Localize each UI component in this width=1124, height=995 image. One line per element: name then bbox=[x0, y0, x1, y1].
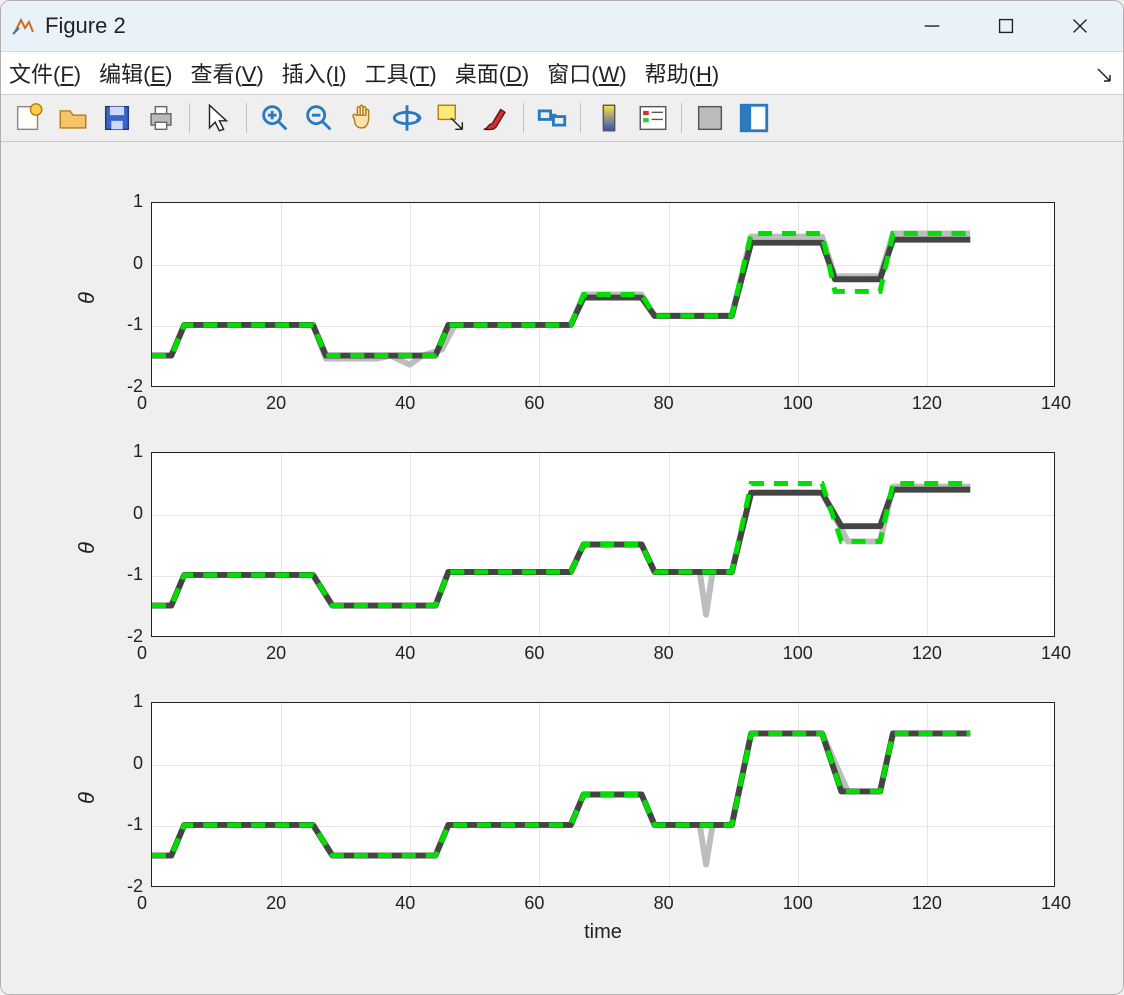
xtick: 100 bbox=[783, 393, 813, 414]
xtick: 20 bbox=[266, 393, 286, 414]
menu-edit[interactable]: 编辑(E) bbox=[99, 57, 172, 89]
series-reference bbox=[152, 233, 970, 355]
xtick: 20 bbox=[266, 643, 286, 664]
xtick: 140 bbox=[1041, 393, 1071, 414]
xtick: 120 bbox=[912, 393, 942, 414]
xtick: 0 bbox=[137, 393, 147, 414]
close-button[interactable] bbox=[1057, 10, 1103, 42]
xtick: 60 bbox=[524, 893, 544, 914]
matlab-icon bbox=[11, 14, 35, 38]
toolbar bbox=[1, 95, 1123, 142]
dock-icon[interactable] bbox=[736, 100, 772, 136]
xtick: 0 bbox=[137, 893, 147, 914]
menu-desktop[interactable]: 桌面(D) bbox=[455, 57, 530, 89]
ytick: 0 bbox=[133, 253, 143, 274]
series-reference bbox=[152, 733, 970, 855]
axes-area[interactable]: -2-101020406080100120140θ -2-101020406080… bbox=[1, 142, 1123, 994]
data-cursor-icon[interactable] bbox=[433, 100, 469, 136]
xtick: 120 bbox=[912, 893, 942, 914]
xtick: 80 bbox=[654, 893, 674, 914]
series-signal-light bbox=[152, 487, 970, 615]
menu-view[interactable]: 查看(V) bbox=[190, 57, 263, 89]
window-controls bbox=[909, 10, 1103, 42]
menu-tools[interactable]: 工具(T) bbox=[365, 57, 437, 89]
window-title: Figure 2 bbox=[45, 13, 909, 39]
xtick: 80 bbox=[654, 643, 674, 664]
print-icon[interactable] bbox=[143, 100, 179, 136]
ytick: 1 bbox=[133, 691, 143, 712]
xtick: 40 bbox=[395, 893, 415, 914]
save-icon[interactable] bbox=[99, 100, 135, 136]
ytick: -1 bbox=[127, 814, 143, 835]
undock-icon[interactable] bbox=[1095, 64, 1113, 90]
ytick: -1 bbox=[127, 314, 143, 335]
xtick: 80 bbox=[654, 393, 674, 414]
menu-file[interactable]: 文件(F) bbox=[9, 57, 81, 89]
xtick: 140 bbox=[1041, 643, 1071, 664]
ylabel: θ bbox=[74, 542, 100, 554]
brush-icon[interactable] bbox=[477, 100, 513, 136]
xtick: 60 bbox=[524, 393, 544, 414]
series-signal-dark bbox=[152, 240, 970, 356]
axes-3[interactable]: -2-101020406080100120140θ bbox=[151, 702, 1055, 887]
menubar: 文件(F) 编辑(E) 查看(V) 插入(I) 工具(T) 桌面(D) 窗口(W… bbox=[1, 52, 1123, 95]
ylabel: θ bbox=[74, 792, 100, 804]
axes-2[interactable]: -2-101020406080100120140θ bbox=[151, 452, 1055, 637]
colorbar-icon[interactable] bbox=[591, 100, 627, 136]
link-icon[interactable] bbox=[534, 100, 570, 136]
rotate3d-icon[interactable] bbox=[389, 100, 425, 136]
ytick: 1 bbox=[133, 191, 143, 212]
menu-window[interactable]: 窗口(W) bbox=[547, 57, 626, 89]
xtick: 120 bbox=[912, 643, 942, 664]
ytick: 0 bbox=[133, 503, 143, 524]
xtick: 40 bbox=[395, 643, 415, 664]
ytick: 0 bbox=[133, 753, 143, 774]
zoom-out-icon[interactable] bbox=[301, 100, 337, 136]
xtick: 100 bbox=[783, 893, 813, 914]
xtick: 0 bbox=[137, 643, 147, 664]
xlabel: time bbox=[151, 921, 1055, 944]
maximize-button[interactable] bbox=[983, 10, 1029, 42]
menu-insert[interactable]: 插入(I) bbox=[282, 57, 347, 89]
open-icon[interactable] bbox=[55, 100, 91, 136]
ylabel: θ bbox=[74, 292, 100, 304]
ytick: 1 bbox=[133, 441, 143, 462]
figure-window: Figure 2 文件(F) 编辑(E) 查看(V) 插入(I) 工具(T) 桌… bbox=[0, 0, 1124, 995]
pointer-icon[interactable] bbox=[200, 100, 236, 136]
zoom-in-icon[interactable] bbox=[257, 100, 293, 136]
legend-icon[interactable] bbox=[635, 100, 671, 136]
xtick: 40 bbox=[395, 393, 415, 414]
series-reference bbox=[152, 483, 970, 605]
titlebar[interactable]: Figure 2 bbox=[1, 1, 1123, 52]
pan-icon[interactable] bbox=[345, 100, 381, 136]
xtick: 140 bbox=[1041, 893, 1071, 914]
hide-plot-tools-icon[interactable] bbox=[692, 100, 728, 136]
series-signal-light bbox=[152, 233, 970, 364]
xtick: 60 bbox=[524, 643, 544, 664]
series-signal-dark bbox=[152, 733, 970, 855]
series-signal-light bbox=[152, 733, 970, 864]
ytick: -1 bbox=[127, 564, 143, 585]
xtick: 100 bbox=[783, 643, 813, 664]
minimize-button[interactable] bbox=[909, 10, 955, 42]
new-figure-icon[interactable] bbox=[11, 100, 47, 136]
menu-help[interactable]: 帮助(H) bbox=[645, 57, 720, 89]
xtick: 20 bbox=[266, 893, 286, 914]
series-signal-dark bbox=[152, 490, 970, 606]
axes-1[interactable]: -2-101020406080100120140θ bbox=[151, 202, 1055, 387]
